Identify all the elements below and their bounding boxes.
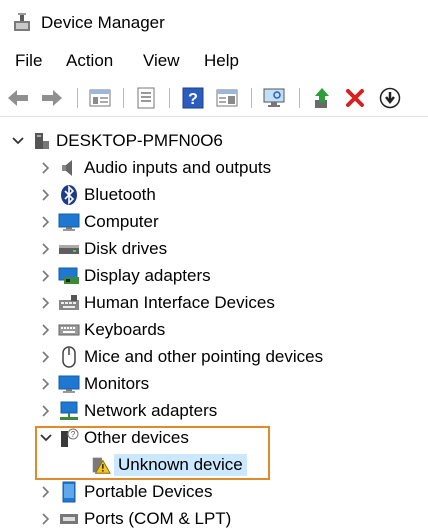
forward-arrow-icon[interactable] — [40, 86, 64, 110]
monitor-icon — [58, 373, 80, 395]
category-label: Network adapters — [84, 400, 218, 420]
category-bluetooth[interactable]: Bluetooth — [38, 181, 156, 208]
tree-root[interactable]: DESKTOP-PMFN0O6 — [10, 127, 223, 154]
back-arrow-icon[interactable] — [6, 86, 30, 110]
toolbar-separator — [77, 88, 78, 108]
category-label: Monitors — [84, 373, 150, 393]
properties-icon[interactable] — [88, 86, 112, 110]
update-driver-icon[interactable] — [310, 86, 334, 110]
toolbar: ? — [0, 80, 428, 117]
chevron-right-icon[interactable] — [38, 187, 54, 203]
category-hid[interactable]: Human Interface Devices — [38, 289, 275, 316]
chevron-right-icon[interactable] — [38, 241, 54, 257]
svg-text:?: ? — [71, 430, 76, 439]
chevron-right-icon[interactable] — [38, 295, 54, 311]
portable-device-icon — [58, 481, 80, 503]
chevron-right-icon[interactable] — [38, 349, 54, 365]
category-disk-drives[interactable]: Disk drives — [38, 235, 167, 262]
category-mice[interactable]: Mice and other pointing devices — [38, 343, 323, 370]
network-adapter-icon — [58, 400, 80, 422]
unknown-device-item[interactable]: Unknown device — [90, 451, 247, 478]
window-title: Device Manager — [41, 13, 165, 32]
chevron-down-icon[interactable] — [10, 133, 26, 149]
chevron-down-icon[interactable] — [38, 430, 54, 446]
other-devices-icon: ? — [58, 427, 80, 449]
chevron-right-icon[interactable] — [38, 403, 54, 419]
category-other-devices[interactable]: ? Other devices — [38, 424, 189, 451]
title-bar: Device Manager — [0, 0, 428, 44]
category-label: Other devices — [84, 427, 189, 447]
category-label: Keyboards — [84, 319, 166, 339]
menu-view[interactable]: View — [143, 51, 180, 71]
category-label: Ports (COM & LPT) — [84, 508, 232, 528]
help-icon[interactable]: ? — [181, 86, 205, 110]
svg-text:?: ? — [188, 91, 198, 108]
disk-drive-icon — [58, 238, 80, 260]
uninstall-icon[interactable] — [343, 86, 367, 110]
computer-icon — [58, 211, 80, 233]
disable-device-icon[interactable] — [378, 86, 402, 110]
category-label: Human Interface Devices — [84, 292, 275, 312]
toolbar-separator — [169, 88, 170, 108]
chevron-right-icon[interactable] — [38, 376, 54, 392]
category-label: Portable Devices — [84, 481, 213, 501]
chevron-right-icon[interactable] — [38, 268, 54, 284]
category-label: Computer — [84, 211, 159, 231]
category-monitors[interactable]: Monitors — [38, 370, 149, 397]
menu-help[interactable]: Help — [204, 51, 239, 71]
category-portable-devices[interactable]: Portable Devices — [38, 478, 213, 505]
category-computer[interactable]: Computer — [38, 208, 159, 235]
keyboard-icon — [58, 319, 80, 341]
chevron-right-icon[interactable] — [38, 511, 54, 527]
toolbar-separator — [251, 88, 252, 108]
category-audio[interactable]: Audio inputs and outputs — [38, 154, 271, 181]
display-adapter-icon — [58, 265, 80, 287]
menu-bar: File Action View Help — [0, 47, 428, 77]
chevron-right-icon[interactable] — [38, 484, 54, 500]
category-label: Bluetooth — [84, 184, 156, 204]
action-pane-icon[interactable] — [215, 86, 239, 110]
unknown-device-label: Unknown device — [114, 453, 247, 476]
category-display-adapters[interactable]: Display adapters — [38, 262, 211, 289]
monitor-scan-icon[interactable] — [262, 86, 286, 110]
computer-tower-icon — [30, 130, 52, 152]
category-label: Disk drives — [84, 238, 168, 258]
tree-root-label: DESKTOP-PMFN0O6 — [56, 130, 223, 150]
toolbar-separator — [299, 88, 300, 108]
category-keyboards[interactable]: Keyboards — [38, 316, 165, 343]
show-hide-tree-icon[interactable] — [134, 86, 158, 110]
chevron-right-icon[interactable] — [38, 160, 54, 176]
speaker-icon — [58, 157, 80, 179]
category-network-adapters[interactable]: Network adapters — [38, 397, 217, 424]
unknown-device-warning-icon — [90, 454, 112, 476]
category-label: Mice and other pointing devices — [84, 346, 324, 366]
chevron-right-icon[interactable] — [38, 214, 54, 230]
ports-icon — [58, 508, 80, 530]
device-manager-icon — [14, 13, 30, 31]
toolbar-separator — [123, 88, 124, 108]
chevron-right-icon[interactable] — [38, 322, 54, 338]
bluetooth-icon — [58, 184, 80, 206]
category-ports[interactable]: Ports (COM & LPT) — [38, 505, 231, 532]
menu-file[interactable]: File — [15, 51, 42, 71]
menu-action[interactable]: Action — [66, 51, 113, 71]
mouse-icon — [58, 345, 80, 368]
hid-icon — [58, 292, 80, 314]
category-label: Audio inputs and outputs — [84, 157, 272, 177]
category-label: Display adapters — [84, 265, 211, 285]
